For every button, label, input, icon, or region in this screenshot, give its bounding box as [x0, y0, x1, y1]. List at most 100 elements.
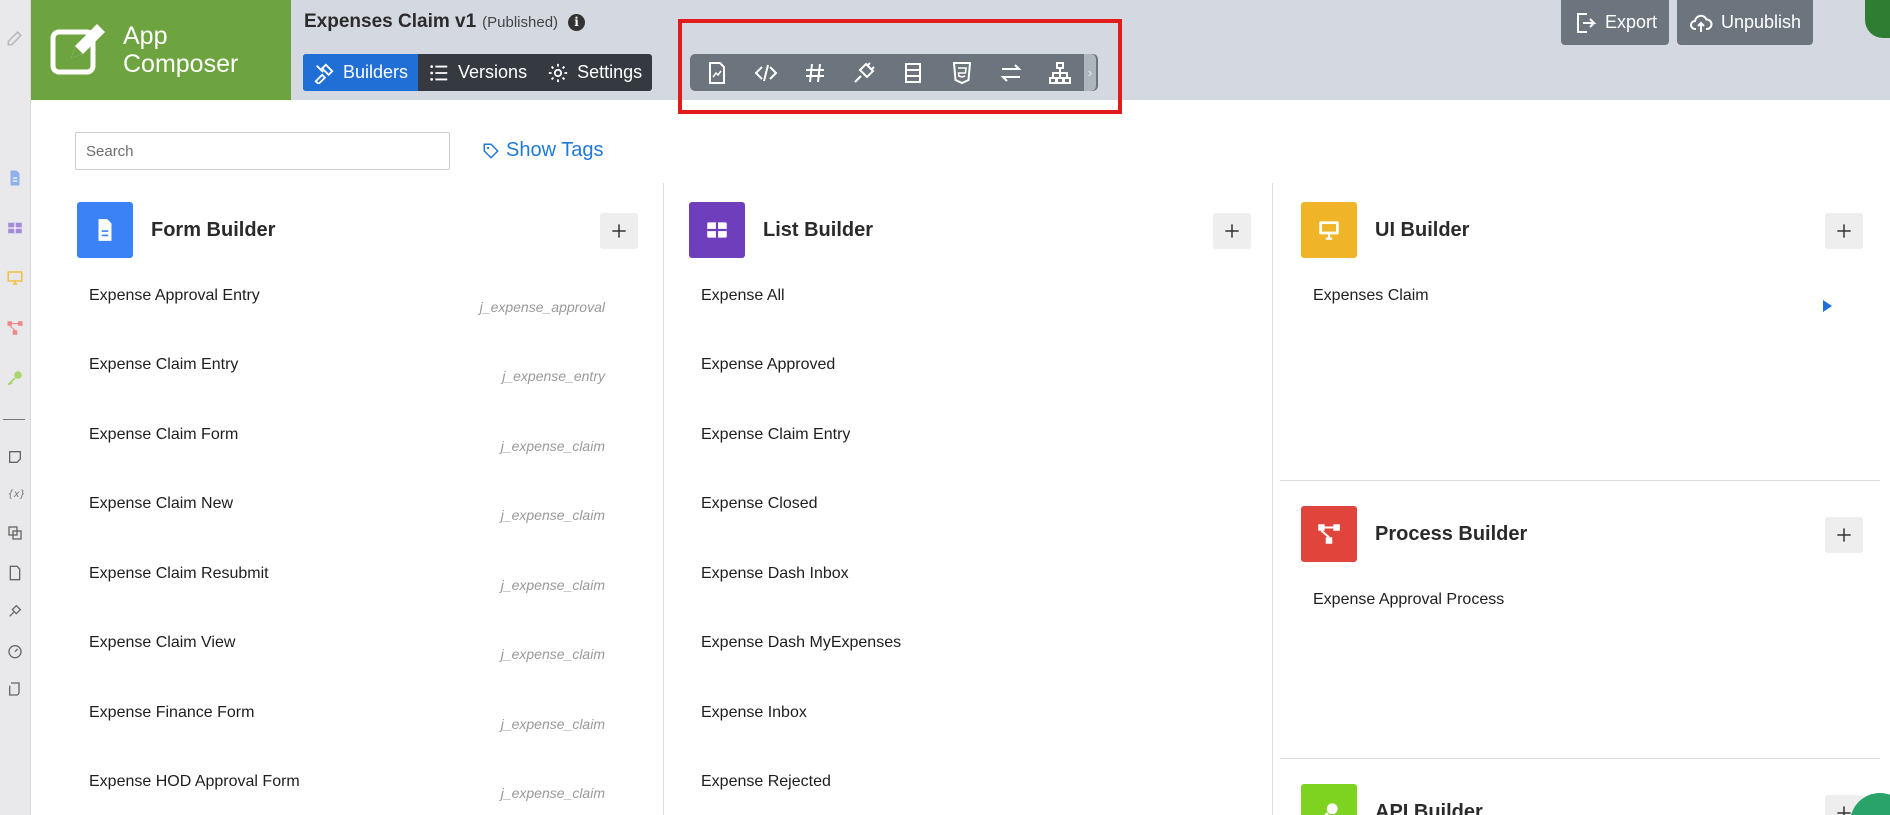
- info-icon[interactable]: i: [568, 13, 586, 31]
- form-item[interactable]: Expense Claim View: [89, 634, 235, 652]
- monitor-icon[interactable]: [4, 267, 26, 289]
- tag-icon: [483, 143, 499, 159]
- list-item[interactable]: Expense Dash MyExpenses: [701, 634, 901, 652]
- list-item[interactable]: Expense All: [701, 287, 785, 305]
- report-icon[interactable]: [4, 562, 26, 584]
- plugin-icon[interactable]: [4, 600, 26, 622]
- list-item[interactable]: Expense Inbox: [701, 704, 807, 722]
- process-builder-icon-box: [1301, 506, 1357, 562]
- form-builder-title: Form Builder: [151, 218, 276, 241]
- list-icon: [430, 64, 448, 81]
- ui-builder-title: UI Builder: [1375, 218, 1470, 241]
- form-item-table: j_expense_claim: [500, 577, 605, 593]
- add-list-button[interactable]: [1213, 213, 1251, 249]
- list-item[interactable]: Expense Approved: [701, 356, 835, 374]
- document-icon: [98, 219, 112, 241]
- rail-divider: [3, 419, 25, 420]
- form-item-table: j_expense_approval: [479, 299, 605, 315]
- form-item[interactable]: Expense Claim Entry: [89, 356, 238, 374]
- tab-builders-label: Builders: [343, 62, 409, 82]
- api-builder-icon-box: [1301, 784, 1357, 815]
- app-title: Expenses Claim v1: [304, 11, 477, 32]
- publish-status: (Published): [482, 14, 559, 31]
- brand-name: App Composer: [123, 22, 239, 78]
- key-icon: [1324, 803, 1338, 815]
- svg-text:{x}: {x}: [8, 489, 25, 500]
- form-item[interactable]: Expense Claim Resubmit: [89, 565, 269, 583]
- process-icon[interactable]: [4, 317, 26, 339]
- form-builder-header: Form Builder: [77, 202, 275, 258]
- form-icon[interactable]: [4, 167, 26, 189]
- export-icon: [1577, 12, 1597, 33]
- form-item[interactable]: Expense Approval Entry: [89, 287, 260, 305]
- builder-tabs: Builders Versions Settings: [303, 54, 653, 91]
- column-divider: [1272, 183, 1273, 815]
- plus-icon: [612, 224, 626, 238]
- gauge-icon[interactable]: [4, 640, 26, 662]
- left-rail: {x}: [0, 0, 31, 815]
- app-composer-logo[interactable]: App Composer: [31, 0, 291, 100]
- list-item[interactable]: Expense Closed: [701, 495, 818, 513]
- process-item[interactable]: Expense Approval Process: [1313, 591, 1504, 609]
- show-tags-link[interactable]: Show Tags: [482, 139, 603, 162]
- form-item-table: j_expense_claim: [500, 507, 605, 523]
- key-icon[interactable]: [4, 367, 26, 389]
- process-icon: [1318, 524, 1340, 544]
- ui-item[interactable]: Expenses Claim: [1313, 287, 1429, 305]
- script-icon[interactable]: [4, 678, 26, 700]
- unpublish-button[interactable]: Unpublish: [1677, 0, 1814, 45]
- form-item[interactable]: Expense HOD Approval Form: [89, 773, 300, 791]
- search-input[interactable]: [75, 132, 450, 170]
- form-item-table: j_expense_claim: [500, 646, 605, 662]
- ui-builder-header: UI Builder: [1301, 202, 1469, 258]
- section-divider: [1280, 480, 1880, 481]
- builders-icon: [314, 62, 334, 84]
- ui-builder-icon-box: [1301, 202, 1357, 258]
- form-builder-icon-box: [77, 202, 133, 258]
- form-item[interactable]: Expense Finance Form: [89, 704, 254, 722]
- tab-settings[interactable]: Settings: [537, 54, 652, 91]
- export-label: Export: [1605, 12, 1658, 32]
- form-item-table: j_expense_claim: [500, 716, 605, 732]
- unpublish-label: Unpublish: [1721, 12, 1802, 32]
- column-divider: [663, 183, 664, 815]
- form-item[interactable]: Expense Claim New: [89, 495, 233, 513]
- list-item[interactable]: Expense Dash Inbox: [701, 565, 849, 583]
- table-grid-icon: [707, 222, 727, 238]
- toolbar-highlight-box: [678, 19, 1122, 114]
- tab-versions-label: Versions: [458, 62, 528, 82]
- plus-icon: [1225, 224, 1239, 238]
- export-button[interactable]: Export: [1561, 0, 1670, 45]
- list-item[interactable]: Expense Rejected: [701, 773, 831, 791]
- list-builder-header: List Builder: [689, 202, 873, 258]
- app-info: Expenses Claim v1 (Published) i: [304, 11, 586, 33]
- translate-icon[interactable]: [4, 522, 26, 544]
- compose-icon: [50, 24, 105, 75]
- form-item[interactable]: Expense Claim Form: [89, 426, 238, 444]
- variable-icon[interactable]: {x}: [4, 482, 26, 504]
- process-builder-header: Process Builder: [1301, 506, 1527, 562]
- edit-icon[interactable]: [4, 27, 26, 49]
- add-process-button[interactable]: [1825, 517, 1863, 553]
- plus-icon: [1837, 224, 1851, 238]
- api-builder-title: API Builder: [1375, 800, 1483, 815]
- note-icon[interactable]: [4, 446, 26, 468]
- tab-versions[interactable]: Versions: [418, 54, 537, 91]
- gear-icon: [548, 63, 568, 82]
- api-builder-header: API Builder: [1301, 784, 1483, 815]
- monitor-icon: [1319, 221, 1339, 240]
- form-item-table: j_expense_claim: [500, 785, 605, 801]
- list-builder-icon-box: [689, 202, 745, 258]
- launch-ui-icon[interactable]: [1823, 300, 1832, 312]
- tab-builders[interactable]: Builders: [303, 54, 419, 91]
- list-builder-icon[interactable]: [4, 217, 26, 239]
- add-ui-button[interactable]: [1825, 213, 1863, 249]
- list-builder-title: List Builder: [763, 218, 874, 241]
- process-builder-title: Process Builder: [1375, 522, 1528, 545]
- cloud-upload-icon: [1690, 14, 1713, 32]
- plus-icon: [1837, 528, 1851, 542]
- list-item[interactable]: Expense Claim Entry: [701, 426, 850, 444]
- show-tags-label: Show Tags: [506, 139, 604, 161]
- add-form-button[interactable]: [600, 213, 638, 249]
- form-item-table: j_expense_claim: [500, 438, 605, 454]
